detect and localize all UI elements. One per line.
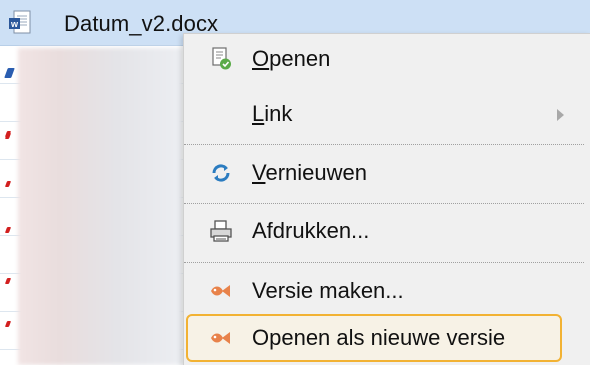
version-icon xyxy=(207,324,235,352)
refresh-icon xyxy=(207,159,235,187)
svg-text:w: w xyxy=(10,19,19,29)
menu-separator xyxy=(184,203,584,204)
menu-item-label: Link xyxy=(252,101,293,126)
word-document-icon xyxy=(4,68,15,78)
menu-item-create-version[interactable]: Versie maken... xyxy=(184,268,584,314)
word-document-icon: w xyxy=(8,10,32,41)
menu-item-label: Openen xyxy=(252,46,331,71)
version-icon xyxy=(207,277,235,305)
menu-item-print[interactable]: Afdrukken... xyxy=(184,208,584,254)
menu-separator xyxy=(184,144,584,145)
redacted-area xyxy=(18,48,183,365)
context-menu: Openen Link Vernieuwen Afdrukken... Vers… xyxy=(183,33,590,365)
menu-separator xyxy=(184,262,584,263)
open-document-icon xyxy=(207,45,235,73)
submenu-arrow-icon xyxy=(557,109,564,121)
printer-icon xyxy=(207,217,235,245)
menu-item-label: Afdrukken... xyxy=(252,218,370,243)
menu-item-label: Versie maken... xyxy=(252,278,404,303)
menu-item-label: Vernieuwen xyxy=(252,160,367,185)
menu-item-link[interactable]: Link xyxy=(184,91,584,137)
menu-item-label: Openen als nieuwe versie xyxy=(252,325,506,350)
menu-item-refresh[interactable]: Vernieuwen xyxy=(184,150,584,196)
menu-item-open-as-new-version[interactable]: Openen als nieuwe versie xyxy=(184,315,584,361)
menu-item-open[interactable]: Openen xyxy=(184,36,584,82)
